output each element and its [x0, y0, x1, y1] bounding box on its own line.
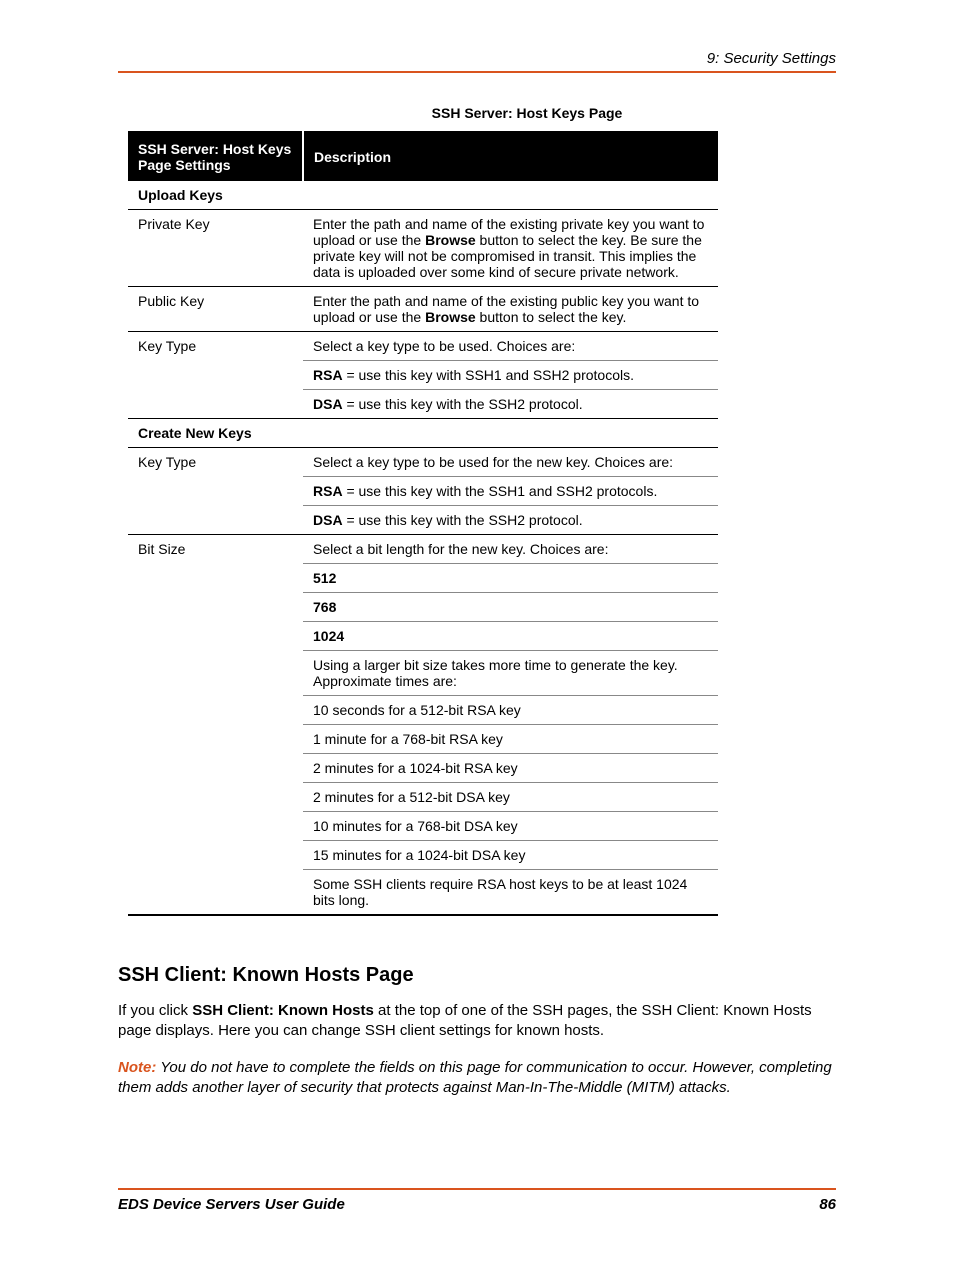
row-desc: 1024 — [303, 622, 718, 651]
page-footer: EDS Device Servers User Guide 86 — [118, 1188, 836, 1213]
note-label: Note: — [118, 1059, 156, 1076]
row-desc: Select a bit length for the new key. Cho… — [303, 535, 718, 564]
row-desc: 1 minute for a 768-bit RSA key — [303, 725, 718, 754]
row-label: Public Key — [128, 287, 303, 332]
row-desc: 2 minutes for a 512-bit DSA key — [303, 783, 718, 812]
table-caption: SSH Server: Host Keys Page — [118, 105, 836, 121]
section-heading: SSH Client: Known Hosts Page — [118, 964, 836, 987]
breadcrumb: 9: Security Settings — [118, 50, 836, 67]
row-desc: 15 minutes for a 1024-bit DSA key — [303, 841, 718, 870]
section-create-new-keys: Create New Keys — [128, 419, 718, 448]
row-label: Key Type — [128, 332, 303, 361]
row-label: Key Type — [128, 448, 303, 477]
row-label: Private Key — [128, 210, 303, 287]
row-desc: 10 minutes for a 768-bit DSA key — [303, 812, 718, 841]
host-keys-table: SSH Server: Host Keys Page Settings Desc… — [128, 131, 718, 916]
row-desc: 768 — [303, 593, 718, 622]
row-desc: 10 seconds for a 512-bit RSA key — [303, 696, 718, 725]
row-desc: Enter the path and name of the existing … — [303, 287, 718, 332]
row-desc: DSA = use this key with the SSH2 protoco… — [303, 506, 718, 535]
row-desc: 512 — [303, 564, 718, 593]
table-header-settings: SSH Server: Host Keys Page Settings — [128, 132, 303, 181]
page-header: 9: Security Settings — [118, 50, 836, 73]
body-paragraph: If you click SSH Client: Known Hosts at … — [118, 1001, 836, 1042]
row-desc: RSA = use this key with SSH1 and SSH2 pr… — [303, 361, 718, 390]
note-paragraph: Note: You do not have to complete the fi… — [118, 1058, 836, 1099]
row-desc: Using a larger bit size takes more time … — [303, 651, 718, 696]
row-desc: Some SSH clients require RSA host keys t… — [303, 870, 718, 916]
row-desc: DSA = use this key with the SSH2 protoco… — [303, 390, 718, 419]
page-number: 86 — [819, 1196, 836, 1213]
row-desc: 2 minutes for a 1024-bit RSA key — [303, 754, 718, 783]
row-desc: Select a key type to be used. Choices ar… — [303, 332, 718, 361]
row-desc: RSA = use this key with the SSH1 and SSH… — [303, 477, 718, 506]
row-label: Bit Size — [128, 535, 303, 564]
row-desc: Enter the path and name of the existing … — [303, 210, 718, 287]
footer-title: EDS Device Servers User Guide — [118, 1196, 345, 1213]
table-header-description: Description — [303, 132, 718, 181]
row-desc: Select a key type to be used for the new… — [303, 448, 718, 477]
section-upload-keys: Upload Keys — [128, 181, 718, 210]
